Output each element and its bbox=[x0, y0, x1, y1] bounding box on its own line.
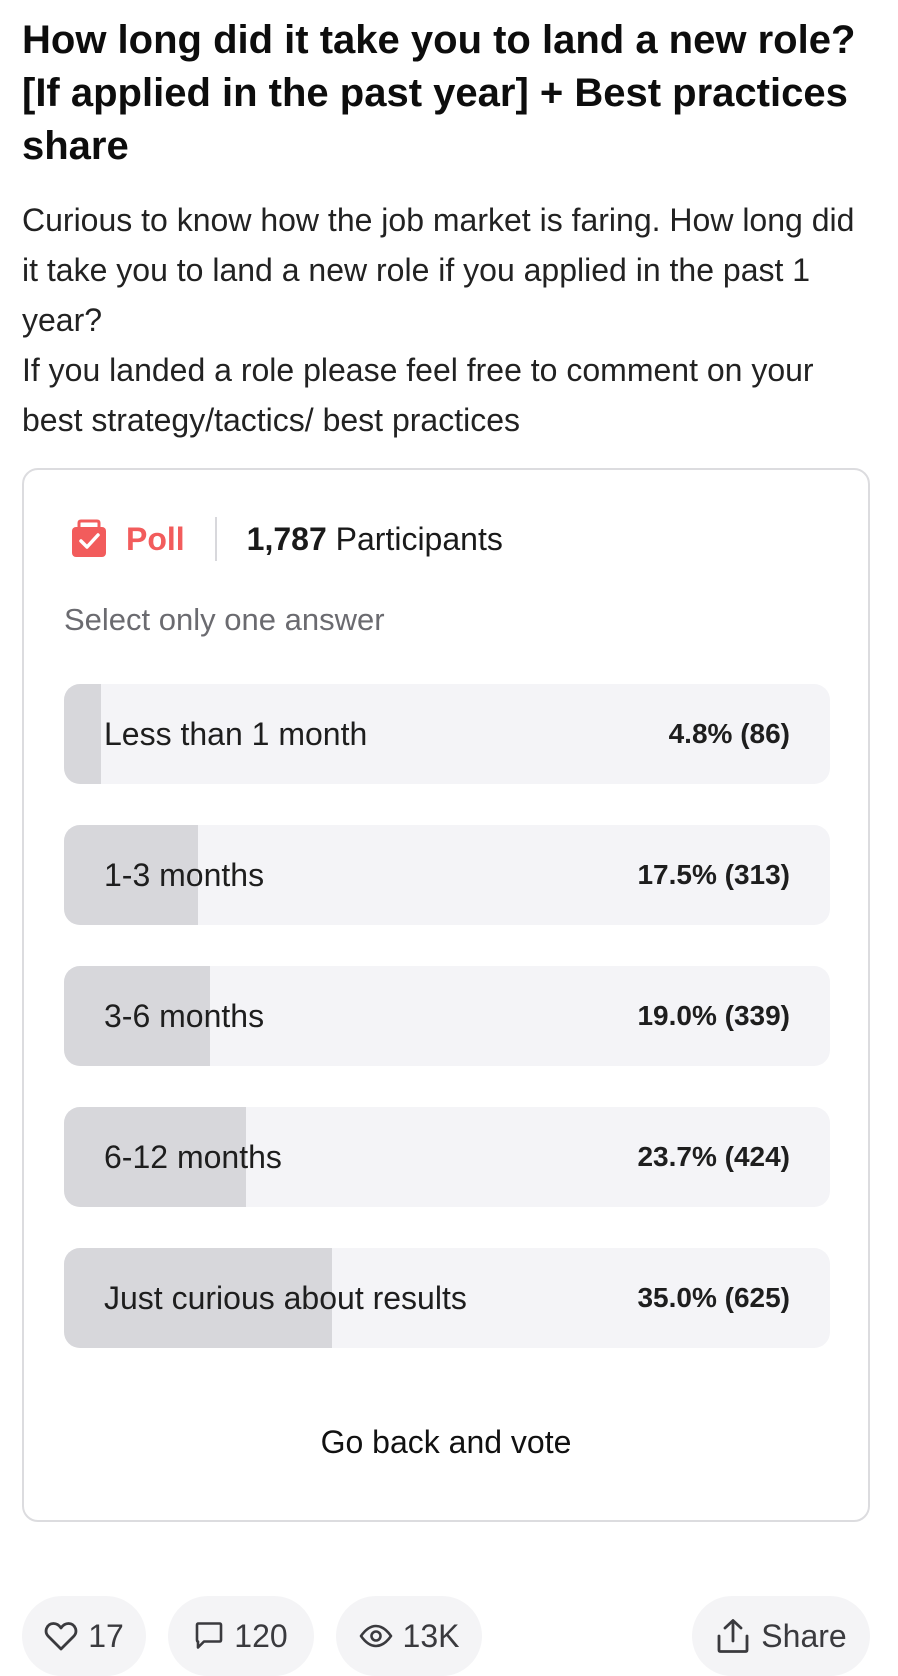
post-body-paragraph: If you landed a role please feel free to… bbox=[22, 352, 814, 438]
post-container: How long did it take you to land a new r… bbox=[22, 0, 876, 1676]
option-label: Just curious about results bbox=[104, 1279, 467, 1316]
result-bar bbox=[64, 684, 101, 784]
like-button[interactable]: 17 bbox=[22, 1596, 146, 1676]
option-result: 35.0% (625) bbox=[637, 1282, 790, 1313]
comment-icon bbox=[194, 1621, 224, 1651]
option-label: 6-12 months bbox=[104, 1138, 282, 1175]
like-count: 17 bbox=[88, 1617, 124, 1654]
eye-icon bbox=[359, 1624, 393, 1648]
heart-icon bbox=[44, 1621, 78, 1651]
participants-label: Participants bbox=[335, 520, 503, 557]
option-label: Less than 1 month bbox=[104, 715, 368, 752]
poll-card: Poll 1,787 Participants Select only one … bbox=[22, 468, 870, 1522]
poll-instruction: Select only one answer bbox=[64, 602, 385, 637]
comment-count: 120 bbox=[234, 1617, 288, 1654]
poll-option[interactable]: 1-3 months 17.5% (313) bbox=[64, 825, 830, 925]
share-icon bbox=[715, 1618, 751, 1654]
option-result: 19.0% (339) bbox=[637, 1000, 790, 1031]
views-count: 13K bbox=[402, 1617, 460, 1654]
views-indicator: 13K bbox=[336, 1596, 482, 1676]
poll-option[interactable]: Just curious about results 35.0% (625) bbox=[64, 1248, 830, 1348]
post-actions: 17 120 13K Share bbox=[22, 1596, 876, 1676]
option-label: 3-6 months bbox=[104, 997, 265, 1034]
share-label: Share bbox=[761, 1617, 847, 1654]
post-title: How long did it take you to land a new r… bbox=[22, 18, 856, 168]
option-label: 1-3 months bbox=[104, 856, 265, 893]
option-result: 4.8% (86) bbox=[668, 718, 790, 749]
go-back-and-vote-button[interactable]: Go back and vote bbox=[24, 1424, 868, 1461]
participants-number: 1,787 bbox=[246, 520, 327, 557]
poll-options: Less than 1 month 4.8% (86) 1-3 months 1… bbox=[64, 684, 830, 1389]
poll-option[interactable]: 6-12 months 23.7% (424) bbox=[64, 1107, 830, 1207]
poll-label: Poll bbox=[126, 520, 185, 557]
post-body: Curious to know how the job market is fa… bbox=[22, 195, 876, 445]
option-result: 17.5% (313) bbox=[637, 859, 790, 890]
poll-icon bbox=[70, 519, 108, 559]
comment-button[interactable]: 120 bbox=[168, 1596, 314, 1676]
header-divider bbox=[214, 517, 217, 561]
participants-count: 1,787 Participants bbox=[247, 521, 503, 558]
poll-header: Poll 1,787 Participants bbox=[70, 514, 503, 564]
post-body-paragraph: Curious to know how the job market is fa… bbox=[22, 202, 855, 338]
poll-option[interactable]: Less than 1 month 4.8% (86) bbox=[64, 684, 830, 784]
option-result: 23.7% (424) bbox=[637, 1141, 790, 1172]
poll-option[interactable]: 3-6 months 19.0% (339) bbox=[64, 966, 830, 1066]
share-button[interactable]: Share bbox=[692, 1596, 870, 1676]
